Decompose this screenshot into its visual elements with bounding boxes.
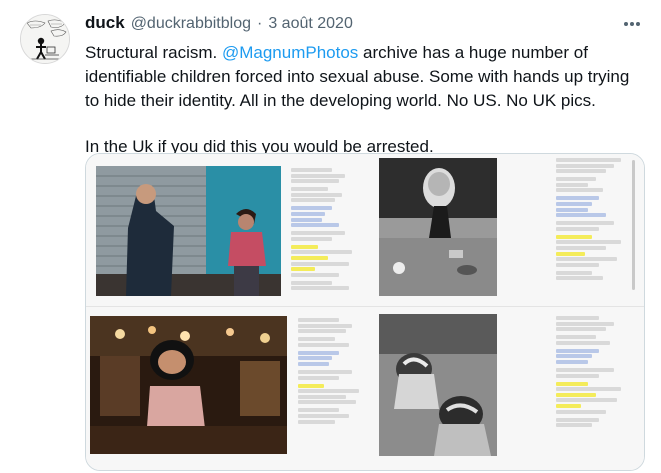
photo-caption [96, 298, 281, 303]
tweet-date[interactable]: 3 août 2020 [268, 15, 353, 33]
metadata-panel-4 [556, 316, 628, 429]
metadata-panel-1 [291, 168, 359, 292]
tweet-text-segment: Structural racism. [85, 43, 222, 62]
photo-caption [90, 456, 287, 461]
photo-caption [379, 298, 497, 303]
tweet-header: duck @duckrabbitblog · 3 août 2020 [85, 13, 353, 37]
metadata-panel-3 [298, 318, 366, 425]
archive-photo-4 [379, 314, 497, 456]
divider [86, 306, 644, 307]
panel-scrollbar[interactable] [632, 160, 635, 290]
cartoon-avatar-image [21, 15, 69, 63]
more-horizontal-icon [624, 22, 640, 26]
tweet-media[interactable] [85, 153, 645, 471]
mention-link[interactable]: @MagnumPhotos [222, 43, 358, 62]
tweet-paragraph-1: Structural racism. @MagnumPhotos archive… [85, 41, 645, 113]
display-name[interactable]: duck [85, 13, 125, 33]
archive-photo-1 [96, 166, 281, 296]
archive-screenshot [86, 154, 644, 470]
more-options-button[interactable] [621, 16, 643, 32]
photo-caption [379, 458, 497, 463]
metadata-panel-2 [556, 158, 628, 282]
archive-photo-3 [90, 316, 287, 454]
archive-photo-2 [379, 158, 497, 296]
header-separator: · [257, 15, 263, 32]
tweet: duck @duckrabbitblog · 3 août 2020 Struc… [0, 0, 661, 473]
avatar[interactable] [20, 14, 70, 64]
user-handle[interactable]: @duckrabbitblog [131, 15, 251, 33]
tweet-text: Structural racism. @MagnumPhotos archive… [85, 41, 645, 159]
